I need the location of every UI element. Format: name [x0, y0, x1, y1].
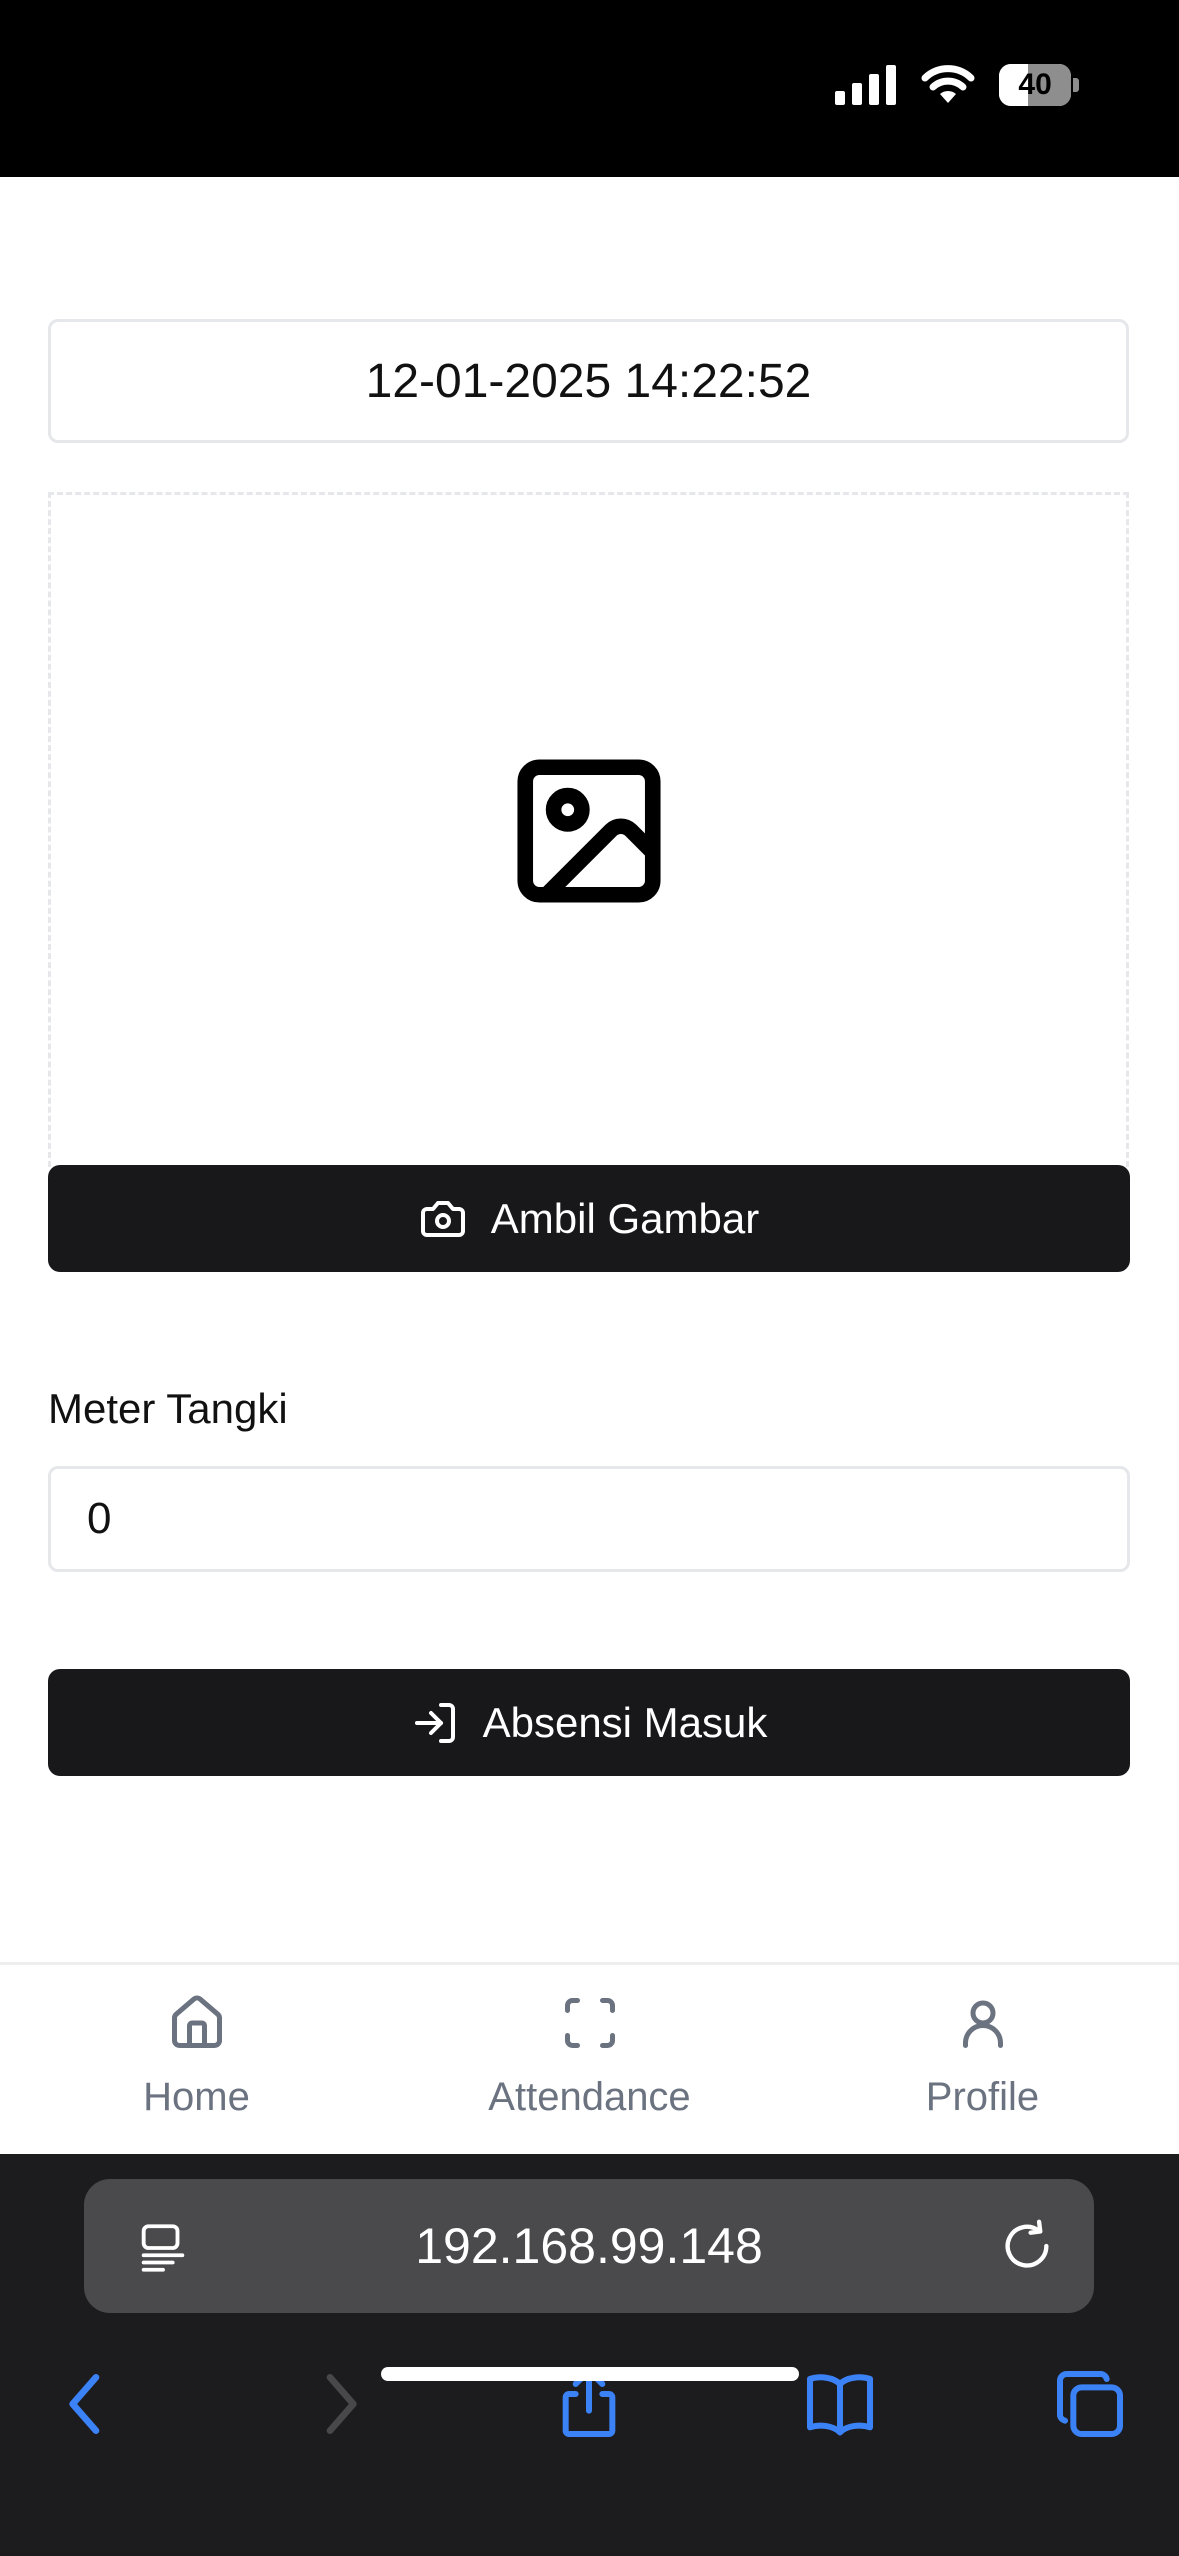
image-preview-area [48, 492, 1129, 1167]
nav-label-home: Home [143, 2075, 250, 2119]
log-in-icon [414, 1702, 455, 1743]
check-in-label: Absensi Masuk [482, 1698, 768, 1746]
nav-label-attendance: Attendance [488, 2075, 691, 2119]
battery-icon: 40 [999, 64, 1079, 106]
home-indicator [381, 2367, 799, 2381]
scan-frame-icon [564, 1998, 615, 2048]
status-icons: 40 [835, 64, 1079, 106]
battery-level: 40 [1018, 68, 1052, 101]
take-picture-button[interactable]: Ambil Gambar [48, 1165, 1130, 1272]
status-bar: 40 [0, 0, 1179, 177]
url-text: 192.168.99.148 [415, 2218, 763, 2274]
nav-label-profile: Profile [925, 2075, 1040, 2119]
take-picture-label: Ambil Gambar [490, 1194, 760, 1242]
home-icon [171, 1995, 222, 2048]
tabs-icon[interactable] [1050, 2364, 1130, 2444]
browser-toolbar [0, 2344, 1179, 2454]
reload-icon[interactable] [998, 2217, 1056, 2275]
bottom-navigation: Home Attendance Profile [0, 1962, 1179, 2154]
user-icon [962, 2000, 1003, 2048]
browser-bar: 192.168.99.148 [0, 2154, 1179, 2556]
cellular-signal-icon [835, 65, 896, 105]
nav-item-profile[interactable]: Profile [786, 1965, 1179, 2154]
address-bar[interactable]: 192.168.99.148 [84, 2179, 1094, 2313]
image-icon [516, 759, 661, 903]
nav-item-attendance[interactable]: Attendance [393, 1965, 786, 2154]
meter-input[interactable] [48, 1466, 1130, 1572]
check-in-button[interactable]: Absensi Masuk [48, 1669, 1130, 1776]
back-icon[interactable] [46, 2364, 126, 2444]
meter-label: Meter Tangki [48, 1385, 288, 1432]
wifi-icon [921, 65, 975, 103]
datetime-display: 12-01-2025 14:22:52 [48, 319, 1129, 443]
nav-item-home[interactable]: Home [0, 1965, 393, 2154]
camera-icon [420, 1200, 465, 1237]
forward-icon[interactable] [300, 2364, 380, 2444]
bookmarks-icon[interactable] [800, 2364, 880, 2444]
